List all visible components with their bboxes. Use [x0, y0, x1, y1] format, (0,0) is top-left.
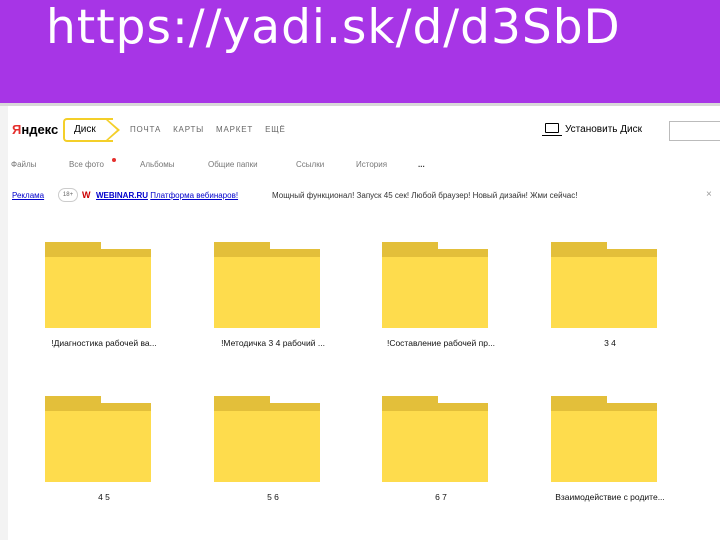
nav-shared-folders[interactable]: Общие папки: [208, 160, 258, 169]
band-divider: [0, 103, 720, 106]
folder-name: !Диагностика рабочей ва...: [51, 338, 157, 348]
disk-tab-label: Диск: [74, 124, 96, 135]
folder-item[interactable]: !Составление рабочей пр...: [376, 242, 495, 352]
folder-icon: [45, 242, 151, 328]
left-edge: [0, 106, 8, 540]
ad-banner: Реклама 18+ W WEBINAR.RU Платформа вебин…: [8, 184, 720, 206]
service-mail[interactable]: ПОЧТА: [130, 125, 161, 134]
webinar-logo-icon: W: [82, 190, 91, 200]
nav-albums[interactable]: Альбомы: [140, 160, 174, 169]
folder-item[interactable]: 6 7: [376, 396, 488, 506]
folder-item[interactable]: !Методичка 3 4 рабочий ...: [208, 242, 325, 352]
folder-name: 4 5: [98, 492, 110, 502]
folder-name: Взаимодействие с родите...: [555, 492, 665, 502]
service-maps[interactable]: КАРТЫ: [173, 125, 204, 134]
ad-link-text: Платформа вебинаров!: [150, 191, 239, 200]
folder-icon: [45, 396, 151, 482]
notification-dot: [112, 158, 116, 162]
service-market[interactable]: МАРКЕТ: [216, 125, 253, 134]
services-menu: ПОЧТА КАРТЫ МАРКЕТ ЕЩЁ: [130, 125, 298, 134]
service-more[interactable]: ЕЩЁ: [265, 125, 286, 134]
logo-letter: Я: [12, 122, 22, 137]
folder-icon: [551, 242, 657, 328]
search-input[interactable]: [669, 121, 720, 141]
header: Яндекс Диск ПОЧТА КАРТЫ МАРКЕТ ЕЩЁ Установи…: [8, 110, 720, 148]
folder-item[interactable]: 5 6: [208, 396, 320, 506]
nav-links[interactable]: Ссылки: [296, 160, 324, 169]
folder-name: 5 6: [267, 492, 279, 502]
close-icon[interactable]: ×: [706, 189, 712, 200]
folder-item[interactable]: 3 4: [545, 242, 657, 352]
ad-link-site: WEBINAR.RU: [96, 191, 148, 200]
folder-item[interactable]: Взаимодействие с родите...: [545, 396, 665, 506]
disk-tab-arrow-inner: [106, 120, 117, 140]
install-disk-label: Установить Диск: [565, 124, 642, 135]
folder-icon: [214, 242, 320, 328]
laptop-icon: [542, 123, 562, 136]
folder-name: 6 7: [435, 492, 447, 502]
folder-icon: [382, 396, 488, 482]
ad-label[interactable]: Реклама: [12, 191, 44, 200]
folder-icon: [551, 396, 657, 482]
folder-name: !Методичка 3 4 рабочий ...: [221, 338, 325, 348]
section-nav: Файлы Все фото Альбомы Общие папки Ссылк…: [8, 152, 720, 178]
folder-icon: [214, 396, 320, 482]
title-band: https://yadi.sk/d/d3SbD: [0, 0, 720, 103]
ad-description: Мощный функционал! Запуск 45 сек! Любой …: [272, 191, 578, 200]
nav-history[interactable]: История: [356, 160, 387, 169]
yandex-logo[interactable]: Яндекс: [12, 122, 58, 137]
folder-name: !Составление рабочей пр...: [386, 338, 496, 348]
nav-files[interactable]: Файлы: [11, 160, 36, 169]
install-disk-button[interactable]: Установить Диск: [542, 123, 642, 136]
folder-item[interactable]: 4 5: [39, 396, 151, 506]
age-badge: 18+: [58, 188, 78, 202]
logo-rest: ндекс: [21, 122, 59, 137]
ad-link[interactable]: WEBINAR.RU Платформа вебинаров!: [96, 191, 238, 200]
nav-more[interactable]: ...: [418, 160, 425, 169]
folder-icon: [382, 242, 488, 328]
folder-item[interactable]: !Диагностика рабочей ва...: [39, 242, 157, 352]
folder-name: 3 4: [604, 338, 616, 348]
slide-title: https://yadi.sk/d/d3SbD: [46, 0, 621, 55]
nav-all-photos[interactable]: Все фото: [69, 160, 104, 169]
yandex-disk-screenshot: Яндекс Диск ПОЧТА КАРТЫ МАРКЕТ ЕЩЁ Установи…: [8, 110, 720, 540]
